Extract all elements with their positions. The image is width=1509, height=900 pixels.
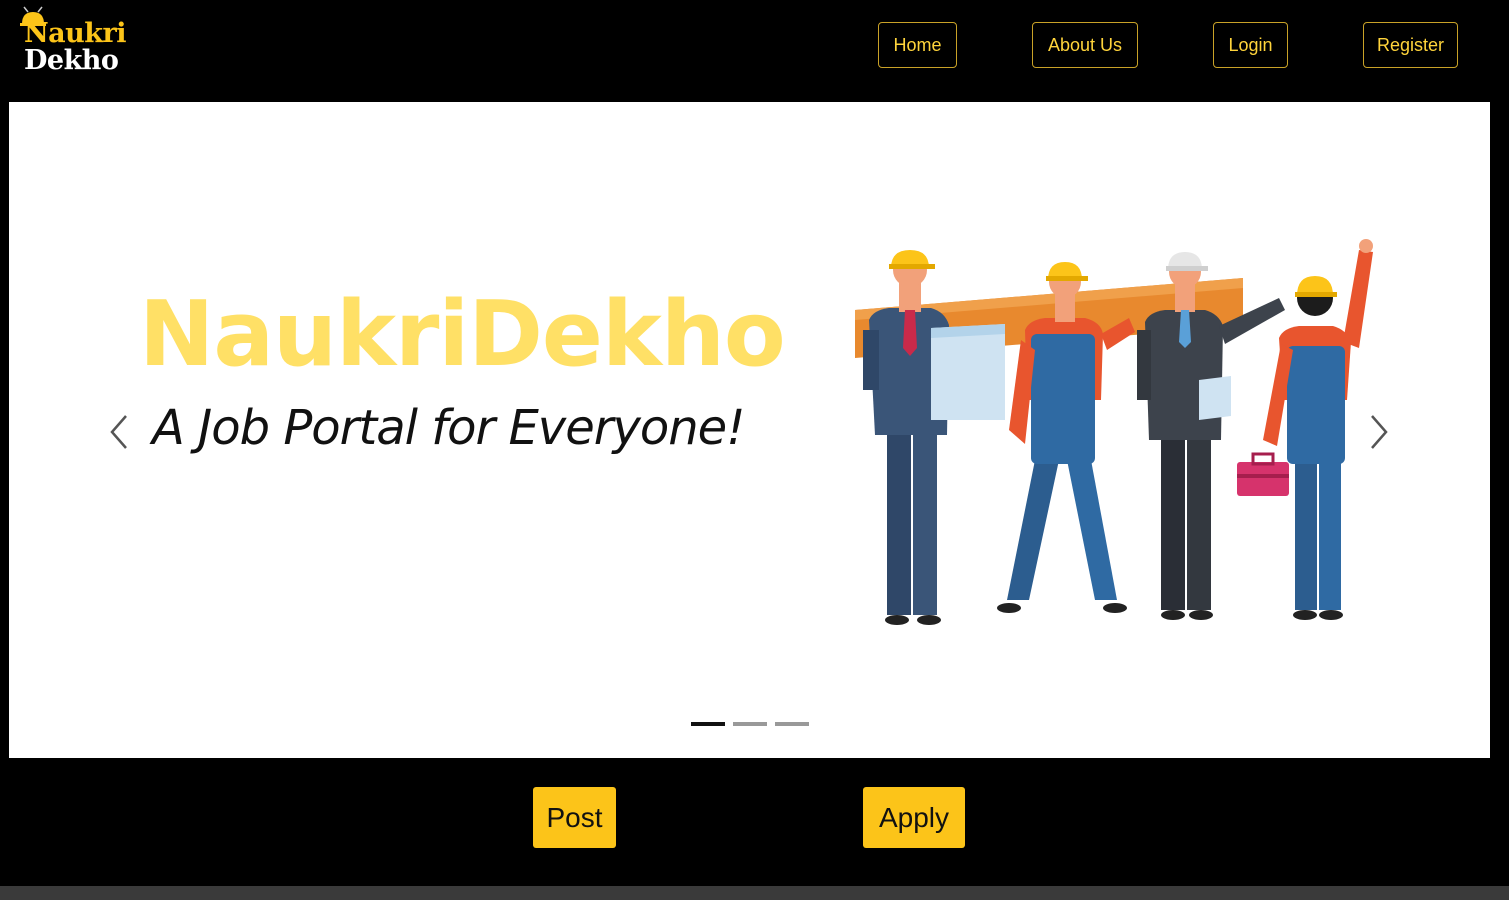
carousel-indicator-3[interactable]	[775, 722, 809, 726]
logo-text-top: Naukri	[24, 18, 127, 49]
hero-carousel: NaukriDekho A Job Portal for Everyone!	[9, 102, 1490, 758]
apply-button[interactable]: Apply	[863, 787, 965, 848]
carousel-indicators	[691, 722, 809, 726]
logo-text-bottom: Dekho	[24, 45, 119, 76]
hero-title: NaukriDekho	[139, 282, 786, 387]
nav-login-button[interactable]: Login	[1213, 22, 1288, 68]
brand-logo[interactable]: Naukri Dekho	[18, 6, 138, 76]
hero-tagline: A Job Portal for Everyone!	[152, 400, 745, 456]
post-button[interactable]: Post	[533, 787, 616, 848]
chevron-left-icon	[110, 415, 127, 449]
worker-4-figure	[1237, 239, 1373, 620]
bottom-scroll-bar	[0, 886, 1509, 900]
nav-register-button[interactable]: Register	[1363, 22, 1458, 68]
page: Naukri Dekho Home About Us Login Registe…	[0, 0, 1509, 900]
nav-home-button[interactable]: Home	[878, 22, 957, 68]
workers-illustration	[855, 239, 1373, 625]
carousel-indicator-1[interactable]	[691, 722, 725, 726]
nav-about-us-button[interactable]: About Us	[1032, 22, 1138, 68]
carousel-prev-button[interactable]	[99, 407, 139, 457]
carousel-indicator-2[interactable]	[733, 722, 767, 726]
